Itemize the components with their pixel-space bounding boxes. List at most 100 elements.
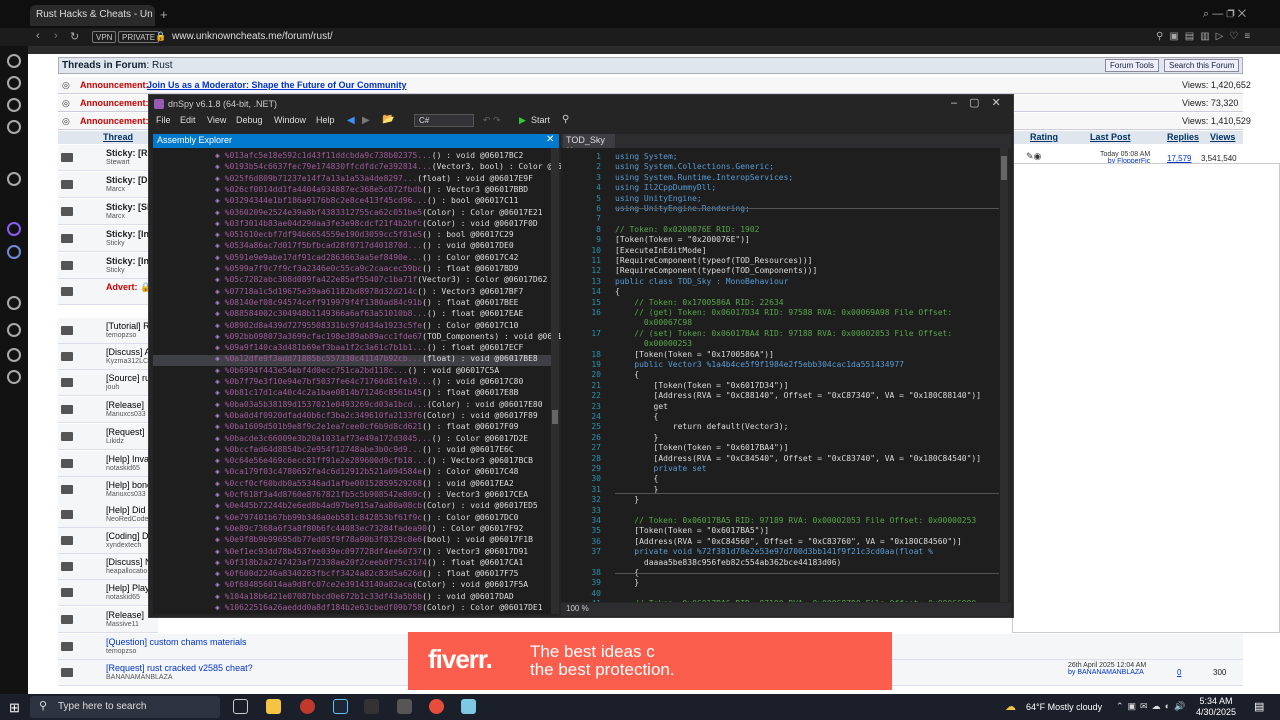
file-explorer-icon[interactable] <box>266 699 281 714</box>
announcement-link[interactable]: Join Us as a Moderator: Shape the Future… <box>147 80 407 90</box>
discord-icon[interactable] <box>7 245 21 259</box>
tree-item-method[interactable]: ◈ %0ef1ec93dd78b4537ee039ec097728df4ee60… <box>215 547 528 556</box>
steam-icon[interactable] <box>333 699 348 714</box>
sidebar-icon-2[interactable] <box>7 76 21 90</box>
browser-tab[interactable]: Rust Hacks & Cheats - Un <box>30 5 155 26</box>
tree-item-method[interactable]: ◈ %0599a7f9c7f9cf3a2346e0c55ca9c2caacec5… <box>215 264 518 273</box>
menu-item-window[interactable]: Window <box>274 115 306 125</box>
tree-item-method[interactable]: ◈ %0b81c17d1ca40c4c2a1bae0814b71246c8561… <box>215 388 518 397</box>
thread-title[interactable]: [Discuss] Al <box>106 347 153 357</box>
thread-starter[interactable]: Likidz <box>106 438 124 445</box>
tree-item-method[interactable]: ◈ %0f318b2a2747423af72338ae20f2ceeb0f75c… <box>215 558 523 567</box>
thread-starter[interactable]: Marcx <box>106 213 125 220</box>
sidebar-icon-9[interactable] <box>7 323 21 337</box>
tree-item-method[interactable]: ◈ %03294344e1bf186a9176b8c2e8ce413f45cd9… <box>215 196 518 205</box>
replies-count[interactable]: 0 <box>1177 668 1181 677</box>
vpn-badge[interactable]: VPN <box>92 31 117 43</box>
thread-title[interactable]: [Source] ru <box>106 373 150 383</box>
zoom-level[interactable]: 100 % <box>561 603 1011 616</box>
new-tab-icon[interactable]: + <box>160 7 168 22</box>
browser-icon[interactable] <box>429 699 444 714</box>
tree-item-method[interactable]: ◈ %0534a86ac7d017f5bfbcad28f0717d401870d… <box>215 241 514 250</box>
thread-starter[interactable]: xyndextech <box>106 542 141 549</box>
tree-item-method[interactable]: ◈ %0a12dfe9f3add71885bc557330c41147b92cb… <box>215 354 538 363</box>
thread-title[interactable]: [Release] <box>106 400 144 410</box>
settings-icon[interactable] <box>7 370 21 384</box>
tree-item-method[interactable]: ◈ %092bb098073a3699cfac198e389ab89acc1fd… <box>215 332 581 341</box>
tree-item-method[interactable]: ◈ %09a9f140ca3d481b69ef3baa1f2c3a61c7b1b… <box>215 343 523 352</box>
thread-starter[interactable]: Marcx <box>106 186 125 193</box>
tree-item-method[interactable]: ◈ %104a18b6d21e07087bbcd0e672b1c33df43a5… <box>215 592 514 601</box>
opera-icon[interactable] <box>300 699 315 714</box>
window-controls[interactable]: ⌕ — ❐ ✕ <box>1203 8 1246 21</box>
thread-starter[interactable]: Massive11 <box>106 621 139 628</box>
app-icon[interactable] <box>364 699 379 714</box>
thread-title[interactable]: Advert: 🔒 <box>106 282 151 293</box>
twitch-icon[interactable] <box>7 222 21 236</box>
thread-starter[interactable]: temopzso <box>106 332 136 339</box>
close-explorer-icon[interactable]: ✕ <box>546 134 554 145</box>
menu-item-debug[interactable]: Debug <box>236 115 263 125</box>
code-scrollbar[interactable] <box>1000 148 1008 602</box>
tree-item-method[interactable]: ◈ %0e445b72244b2e6ed8b4ad97be915a7aa80a0… <box>215 501 538 510</box>
tree-item-method[interactable]: ◈ %0b7f79e3f10e94e7bf5037fe64c71760d81fe… <box>215 377 523 386</box>
tree-item-method[interactable]: ◈ %0193b54c6637fec79e174830ffcdfdc7e3928… <box>215 162 591 171</box>
thread-starter[interactable]: Manuxcs033 <box>106 411 146 418</box>
thread-title[interactable]: Sticky: [Di <box>106 175 150 185</box>
thread-starter[interactable]: heapallocatio <box>106 568 147 575</box>
toolbar-icons[interactable]: ⚲▣▤▥▷♡≡ <box>1156 31 1256 42</box>
weather-text[interactable]: 64°F Mostly cloudy <box>1026 702 1102 712</box>
tree-item-method[interactable]: ◈ %0cf618f3a4d8760e8767821fb5c5b908542e8… <box>215 490 528 499</box>
reload-icon[interactable]: ↻ <box>70 30 79 43</box>
tree-item-method[interactable]: ◈ %088584002c304948b1149366a6af63a51010b… <box>215 309 523 318</box>
tree-item-method[interactable]: ◈ %0ba0d4f0920dfad40b6cf3ba2c349610fa213… <box>215 411 538 420</box>
nav-forward-icon[interactable]: ▶ <box>362 115 370 126</box>
thread-column[interactable]: Thread <box>103 132 133 142</box>
sidebar-icon-3[interactable] <box>7 98 21 112</box>
thread-title[interactable]: [Question] custom chams materials <box>106 637 247 647</box>
last-post-column[interactable]: Last Post <box>1090 132 1131 142</box>
tree-item-method[interactable]: ◈ %0f600d2246a8340283fbcff3424a82c83d5a6… <box>215 569 518 578</box>
tree-item-method[interactable]: ◈ %03f3014b83ae04d29daa3fe3e98cdcf21f4b2… <box>215 219 538 228</box>
tree-item-method[interactable]: ◈ %0b6994f443e54ebf4d0ecc751ca2bd118c...… <box>215 366 499 375</box>
tree-item-method[interactable]: ◈ %07718a1c5d19675e39aa61182bd8978d32d21… <box>215 287 523 296</box>
thread-starter[interactable]: Sticky <box>106 240 125 247</box>
tree-item-method[interactable]: ◈ %0c64e56e469c6ecc81ff91e2e289600d9cfb1… <box>215 456 533 465</box>
tree-item-method[interactable]: ◈ %0591e9e9abe17df91cad2863663aa5ef8490e… <box>215 253 518 262</box>
tab-tod-sky[interactable]: TOD_Sky ✕ <box>563 134 615 155</box>
thread-starter[interactable]: notaskid65 <box>106 465 140 472</box>
thread-starter[interactable]: Sticky <box>106 267 125 274</box>
undo-redo-icons[interactable]: ↶ ↷ <box>483 115 501 126</box>
tree-item-method[interactable]: ◈ %0e89c7368a6f3a8f80b6fc44083ec73284fad… <box>215 524 523 533</box>
tree-item-method[interactable]: ◈ %0360209e2524e39a8bf4383312755ca62c051… <box>215 208 543 217</box>
menu-item-view[interactable]: View <box>207 115 226 125</box>
thread-starter[interactable]: Stewart <box>106 159 130 166</box>
notification-icon[interactable]: ▤ <box>1254 700 1264 713</box>
tree-item-method[interactable]: ◈ %0ccf0cf60bdb0a55346ad1afbe00152859529… <box>215 479 514 488</box>
address-field[interactable]: www.unknowncheats.me/forum/rust/ <box>172 31 333 42</box>
tree-item-method[interactable]: ◈ %10622516a26aeddd0a8df184b2e63cbedf09b… <box>215 603 543 612</box>
task-view-icon[interactable] <box>233 699 248 714</box>
thread-starter[interactable]: NeoRedCode <box>106 516 148 523</box>
search-forum-button[interactable]: Search this Forum <box>1164 59 1240 72</box>
thread-starter[interactable]: notaskid65 <box>106 594 140 601</box>
forum-tools-button[interactable]: Forum Tools <box>1105 59 1159 72</box>
views-column[interactable]: Views <box>1210 132 1235 142</box>
sidebar-icon-10[interactable] <box>7 348 21 362</box>
tree-item-method[interactable]: ◈ %0ba03a5b38189d1537021e0493269cd03a1bc… <box>215 400 543 409</box>
notepad-icon[interactable] <box>461 699 476 714</box>
thread-title[interactable]: [Discuss] N <box>106 557 152 567</box>
nav-back-icon[interactable]: ◀ <box>347 115 355 126</box>
language-select[interactable]: C# <box>414 114 474 127</box>
thread-title[interactable]: [Request] <box>106 427 145 437</box>
app-icon-active[interactable] <box>397 699 412 714</box>
tree-item-method[interactable]: ◈ %0ca179f03c4780652fa4c6d12912b521a0945… <box>215 467 518 476</box>
sidebar-icon-1[interactable] <box>7 54 21 68</box>
tree-item-method[interactable]: ◈ %026cf0014dd1fa4404a934887ec368e5c072f… <box>215 185 528 194</box>
back-icon[interactable]: ‹ <box>36 30 40 42</box>
dnspy-window-controls[interactable]: –▢✕ <box>951 96 1013 109</box>
rating-column[interactable]: Rating <box>1030 132 1058 142</box>
replies-column[interactable]: Replies <box>1167 132 1199 142</box>
thread-title[interactable]: Sticky: [Si <box>106 202 150 212</box>
thread-title[interactable]: [Coding] Dr <box>106 531 152 541</box>
